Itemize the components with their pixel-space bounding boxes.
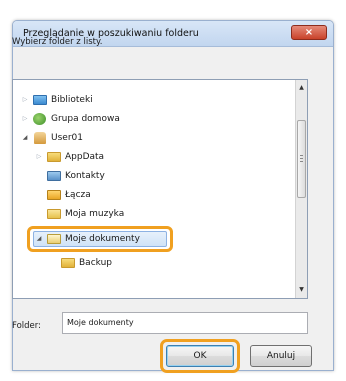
tree-item-label: Grupa domowa [51,114,120,124]
scroll-up-arrow-icon[interactable]: ▲ [296,82,307,94]
close-button[interactable]: × [291,25,327,40]
grip-line [300,161,303,162]
links-icon [47,190,61,200]
tree-item-label: User01 [51,133,83,143]
expand-arrow-icon[interactable]: ▷ [21,111,29,127]
grip-line [300,155,303,156]
instruction-text: Wybierz folder z listy. [12,37,103,47]
tree-item-label: Kontakty [65,171,105,181]
homegroup-icon [33,113,46,125]
close-icon: × [304,27,314,38]
library-icon [33,95,47,105]
cancel-button[interactable]: Anuluj [250,345,312,367]
expand-arrow-icon[interactable]: ▷ [21,92,29,108]
contacts-icon [47,171,61,181]
folder-icon [47,152,61,162]
tree-item-label: Łącza [65,190,91,200]
user-icon [34,132,46,144]
ok-highlight-frame [160,339,240,373]
folder-field-label: Folder: [12,321,41,331]
scroll-down-arrow-icon[interactable]: ▼ [296,284,307,296]
tree-scrollbar[interactable]: ▲ ▼ [295,80,307,298]
scroll-thumb[interactable] [297,120,306,198]
grip-line [300,158,303,159]
tree-item-label: AppData [65,152,105,162]
tree-item-label: Moja muzyka [65,209,125,219]
tree-item-label: Backup [79,258,112,268]
folder-input[interactable]: Moje dokumenty [62,312,308,334]
tree-item-label: Biblioteki [51,95,93,105]
collapse-arrow-icon[interactable]: ◢ [21,130,29,146]
folder-tree[interactable]: ▷ Biblioteki ▷ Grupa domowa ◢ User01 ▷ A… [12,79,308,299]
expand-arrow-icon[interactable]: ▷ [35,149,43,165]
music-folder-icon [47,209,61,219]
folder-icon [61,258,75,268]
selection-highlight-frame [27,226,173,252]
